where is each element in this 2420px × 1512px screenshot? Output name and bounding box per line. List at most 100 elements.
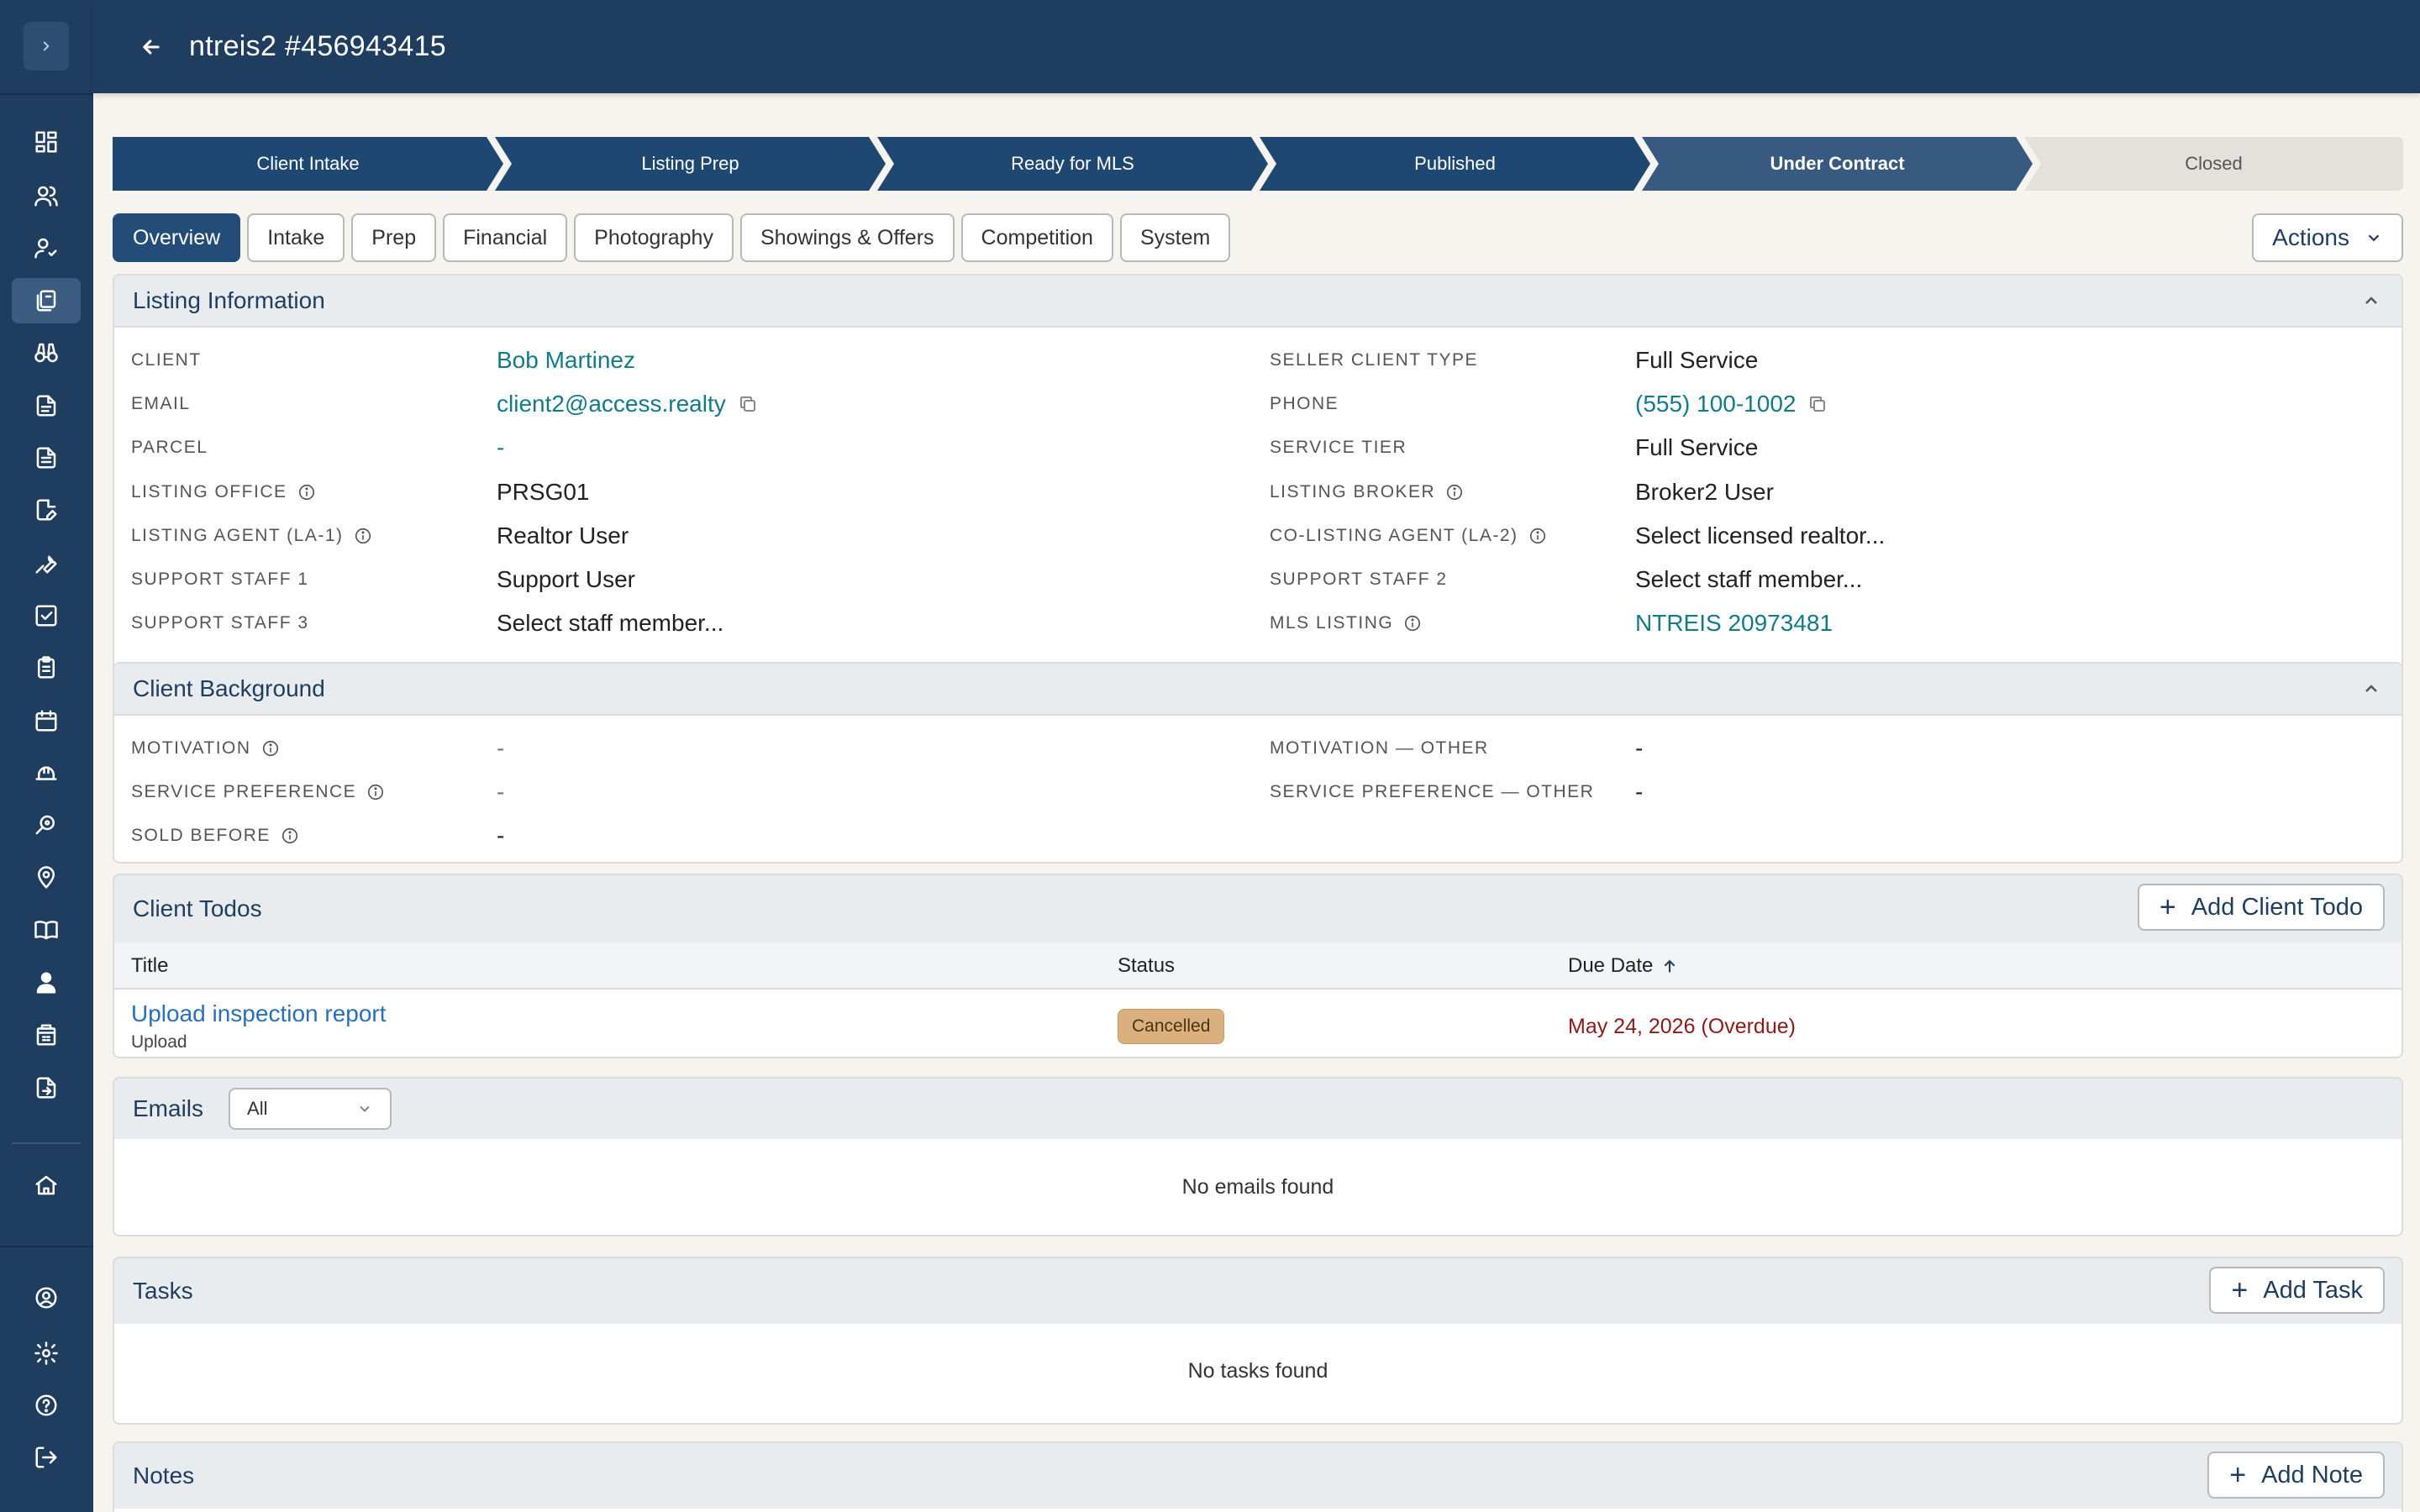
page-title: ntreis2 #456943415 bbox=[189, 30, 446, 62]
step-closed[interactable]: Closed bbox=[2024, 137, 2403, 191]
service-tier-value[interactable]: Full Service bbox=[1635, 434, 1758, 461]
sidebar-item-account[interactable] bbox=[12, 1275, 81, 1320]
tab-overview[interactable]: Overview bbox=[113, 213, 241, 262]
sidebar-item-documents[interactable] bbox=[12, 383, 81, 428]
tab-photography[interactable]: Photography bbox=[574, 213, 734, 262]
sidebar-item-map[interactable] bbox=[12, 855, 81, 900]
support-staff-3-value[interactable]: Select staff member... bbox=[497, 610, 723, 637]
search-location-icon bbox=[35, 815, 55, 835]
support-staff-2-value[interactable]: Select staff member... bbox=[1635, 566, 1862, 593]
field-label: PHONE bbox=[1270, 394, 1339, 413]
sidebar-item-checklists[interactable] bbox=[12, 645, 81, 690]
tab-intake[interactable]: Intake bbox=[247, 213, 345, 262]
info-icon[interactable] bbox=[354, 527, 372, 545]
back-button[interactable] bbox=[130, 26, 172, 68]
step-client-intake[interactable]: Client Intake bbox=[113, 137, 503, 191]
document-icon bbox=[36, 395, 56, 417]
service-preference-value[interactable]: - bbox=[497, 779, 504, 806]
motivation-value[interactable]: - bbox=[497, 735, 504, 762]
step-label: Ready for MLS bbox=[1011, 153, 1134, 174]
info-icon[interactable] bbox=[1445, 483, 1464, 501]
sidebar-separator bbox=[12, 1142, 81, 1144]
phone-link[interactable]: (555) 100-1002 bbox=[1635, 391, 1796, 417]
listing-information-header[interactable]: Listing Information bbox=[114, 276, 2402, 328]
field-label: MOTIVATION — OTHER bbox=[1270, 738, 1489, 758]
emails-filter-select[interactable]: All bbox=[229, 1088, 392, 1130]
sidebar-item-contracts[interactable] bbox=[12, 487, 81, 533]
step-label: Client Intake bbox=[256, 153, 360, 174]
listing-agent-value[interactable]: Realtor User bbox=[497, 522, 629, 549]
tasks-panel: Tasks + Add Task No tasks found bbox=[113, 1257, 2403, 1425]
copy-icon[interactable] bbox=[1807, 394, 1828, 414]
tab-prep[interactable]: Prep bbox=[351, 213, 437, 262]
sidebar-item-exports[interactable] bbox=[12, 1065, 81, 1110]
tab-system[interactable]: System bbox=[1119, 213, 1231, 262]
info-icon[interactable] bbox=[1403, 614, 1422, 633]
client-link[interactable]: Bob Martinez bbox=[497, 347, 635, 374]
sidebar-item-showings[interactable] bbox=[12, 330, 81, 375]
tab-financial[interactable]: Financial bbox=[443, 213, 568, 262]
step-published[interactable]: Published bbox=[1260, 137, 1650, 191]
listing-office-value[interactable]: PRSG01 bbox=[497, 479, 590, 506]
sidebar-item-users[interactable] bbox=[12, 173, 81, 218]
motivation-other-value[interactable]: - bbox=[1635, 735, 1643, 762]
co-listing-agent-value[interactable]: Select licensed realtor... bbox=[1635, 522, 1885, 549]
todo-title-link[interactable]: Upload inspection report bbox=[131, 1000, 387, 1027]
sidebar-item-library[interactable] bbox=[12, 907, 81, 953]
chevron-up-icon[interactable] bbox=[2361, 291, 2381, 311]
column-title[interactable]: Title bbox=[131, 954, 168, 978]
tab-showings-offers[interactable]: Showings & Offers bbox=[739, 213, 955, 262]
sidebar-item-forms[interactable] bbox=[12, 435, 81, 480]
column-due-date[interactable]: Due Date bbox=[1568, 954, 1678, 978]
sold-before-value[interactable]: - bbox=[497, 822, 504, 849]
sort-ascending-icon[interactable] bbox=[1661, 958, 1678, 974]
info-icon[interactable] bbox=[1528, 527, 1547, 545]
sidebar-item-listings[interactable] bbox=[12, 278, 81, 323]
tab-competition[interactable]: Competition bbox=[960, 213, 1113, 262]
field-motivation: MOTIVATION bbox=[131, 727, 280, 769]
copy-icon[interactable] bbox=[738, 394, 758, 414]
sidebar-item-search[interactable] bbox=[12, 802, 81, 848]
client-todos-panel: Client Todos + Add Client Todo Title Sta… bbox=[113, 874, 2403, 1058]
sidebar-item-help[interactable] bbox=[12, 1383, 81, 1428]
sidebar-item-staff[interactable] bbox=[12, 960, 81, 1005]
sidebar-item-calendar[interactable] bbox=[12, 698, 81, 743]
seller-client-type-value[interactable]: Full Service bbox=[1635, 347, 1758, 374]
add-note-button[interactable]: + Add Note bbox=[2207, 1452, 2385, 1499]
parcel-value[interactable]: - bbox=[497, 434, 504, 461]
email-link[interactable]: client2@access.realty bbox=[497, 391, 726, 417]
add-client-todo-button[interactable]: + Add Client Todo bbox=[2137, 884, 2385, 931]
sidebar-item-settings[interactable] bbox=[12, 1331, 81, 1376]
info-icon[interactable] bbox=[281, 827, 299, 845]
sidebar-item-agents[interactable] bbox=[12, 225, 81, 270]
listing-broker-value[interactable]: Broker2 User bbox=[1635, 479, 1774, 506]
support-staff-1-value[interactable]: Support User bbox=[497, 566, 635, 593]
info-icon[interactable] bbox=[366, 783, 385, 801]
sidebar-item-contractors[interactable] bbox=[12, 750, 81, 795]
step-ready-for-mls[interactable]: Ready for MLS bbox=[877, 137, 1268, 191]
client-background-header[interactable]: Client Background bbox=[114, 664, 2402, 716]
chevron-up-icon[interactable] bbox=[2361, 679, 2381, 699]
sidebar-item-tools[interactable] bbox=[12, 540, 81, 585]
field-label: SERVICE PREFERENCE — OTHER bbox=[1270, 782, 1595, 801]
info-icon[interactable] bbox=[261, 739, 280, 758]
sidebar-item-dashboard[interactable] bbox=[12, 119, 81, 165]
column-status[interactable]: Status bbox=[1118, 954, 1175, 978]
field-label: SUPPORT STAFF 2 bbox=[1270, 570, 1448, 589]
sidebar-item-home[interactable] bbox=[12, 1163, 81, 1208]
sidebar-item-logout[interactable] bbox=[12, 1435, 81, 1480]
service-preference-other-value[interactable]: - bbox=[1635, 779, 1643, 806]
sidebar-item-offices[interactable] bbox=[12, 1012, 81, 1058]
field-service-tier: SERVICE TIER bbox=[1270, 427, 1407, 469]
step-listing-prep[interactable]: Listing Prep bbox=[495, 137, 886, 191]
add-task-button[interactable]: + Add Task bbox=[2209, 1267, 2385, 1314]
info-icon[interactable] bbox=[297, 483, 316, 501]
step-under-contract[interactable]: Under Contract bbox=[1642, 137, 2033, 191]
sidebar-item-tasks[interactable] bbox=[12, 593, 81, 638]
panel-title: Notes bbox=[133, 1462, 195, 1488]
mls-listing-link[interactable]: NTREIS 20973481 bbox=[1635, 610, 1833, 637]
actions-dropdown-button[interactable]: Actions bbox=[2252, 213, 2403, 262]
expand-sidebar-button[interactable] bbox=[24, 22, 69, 71]
field-label: LISTING AGENT (LA-1) bbox=[131, 526, 344, 545]
panel-title: Tasks bbox=[133, 1278, 193, 1304]
